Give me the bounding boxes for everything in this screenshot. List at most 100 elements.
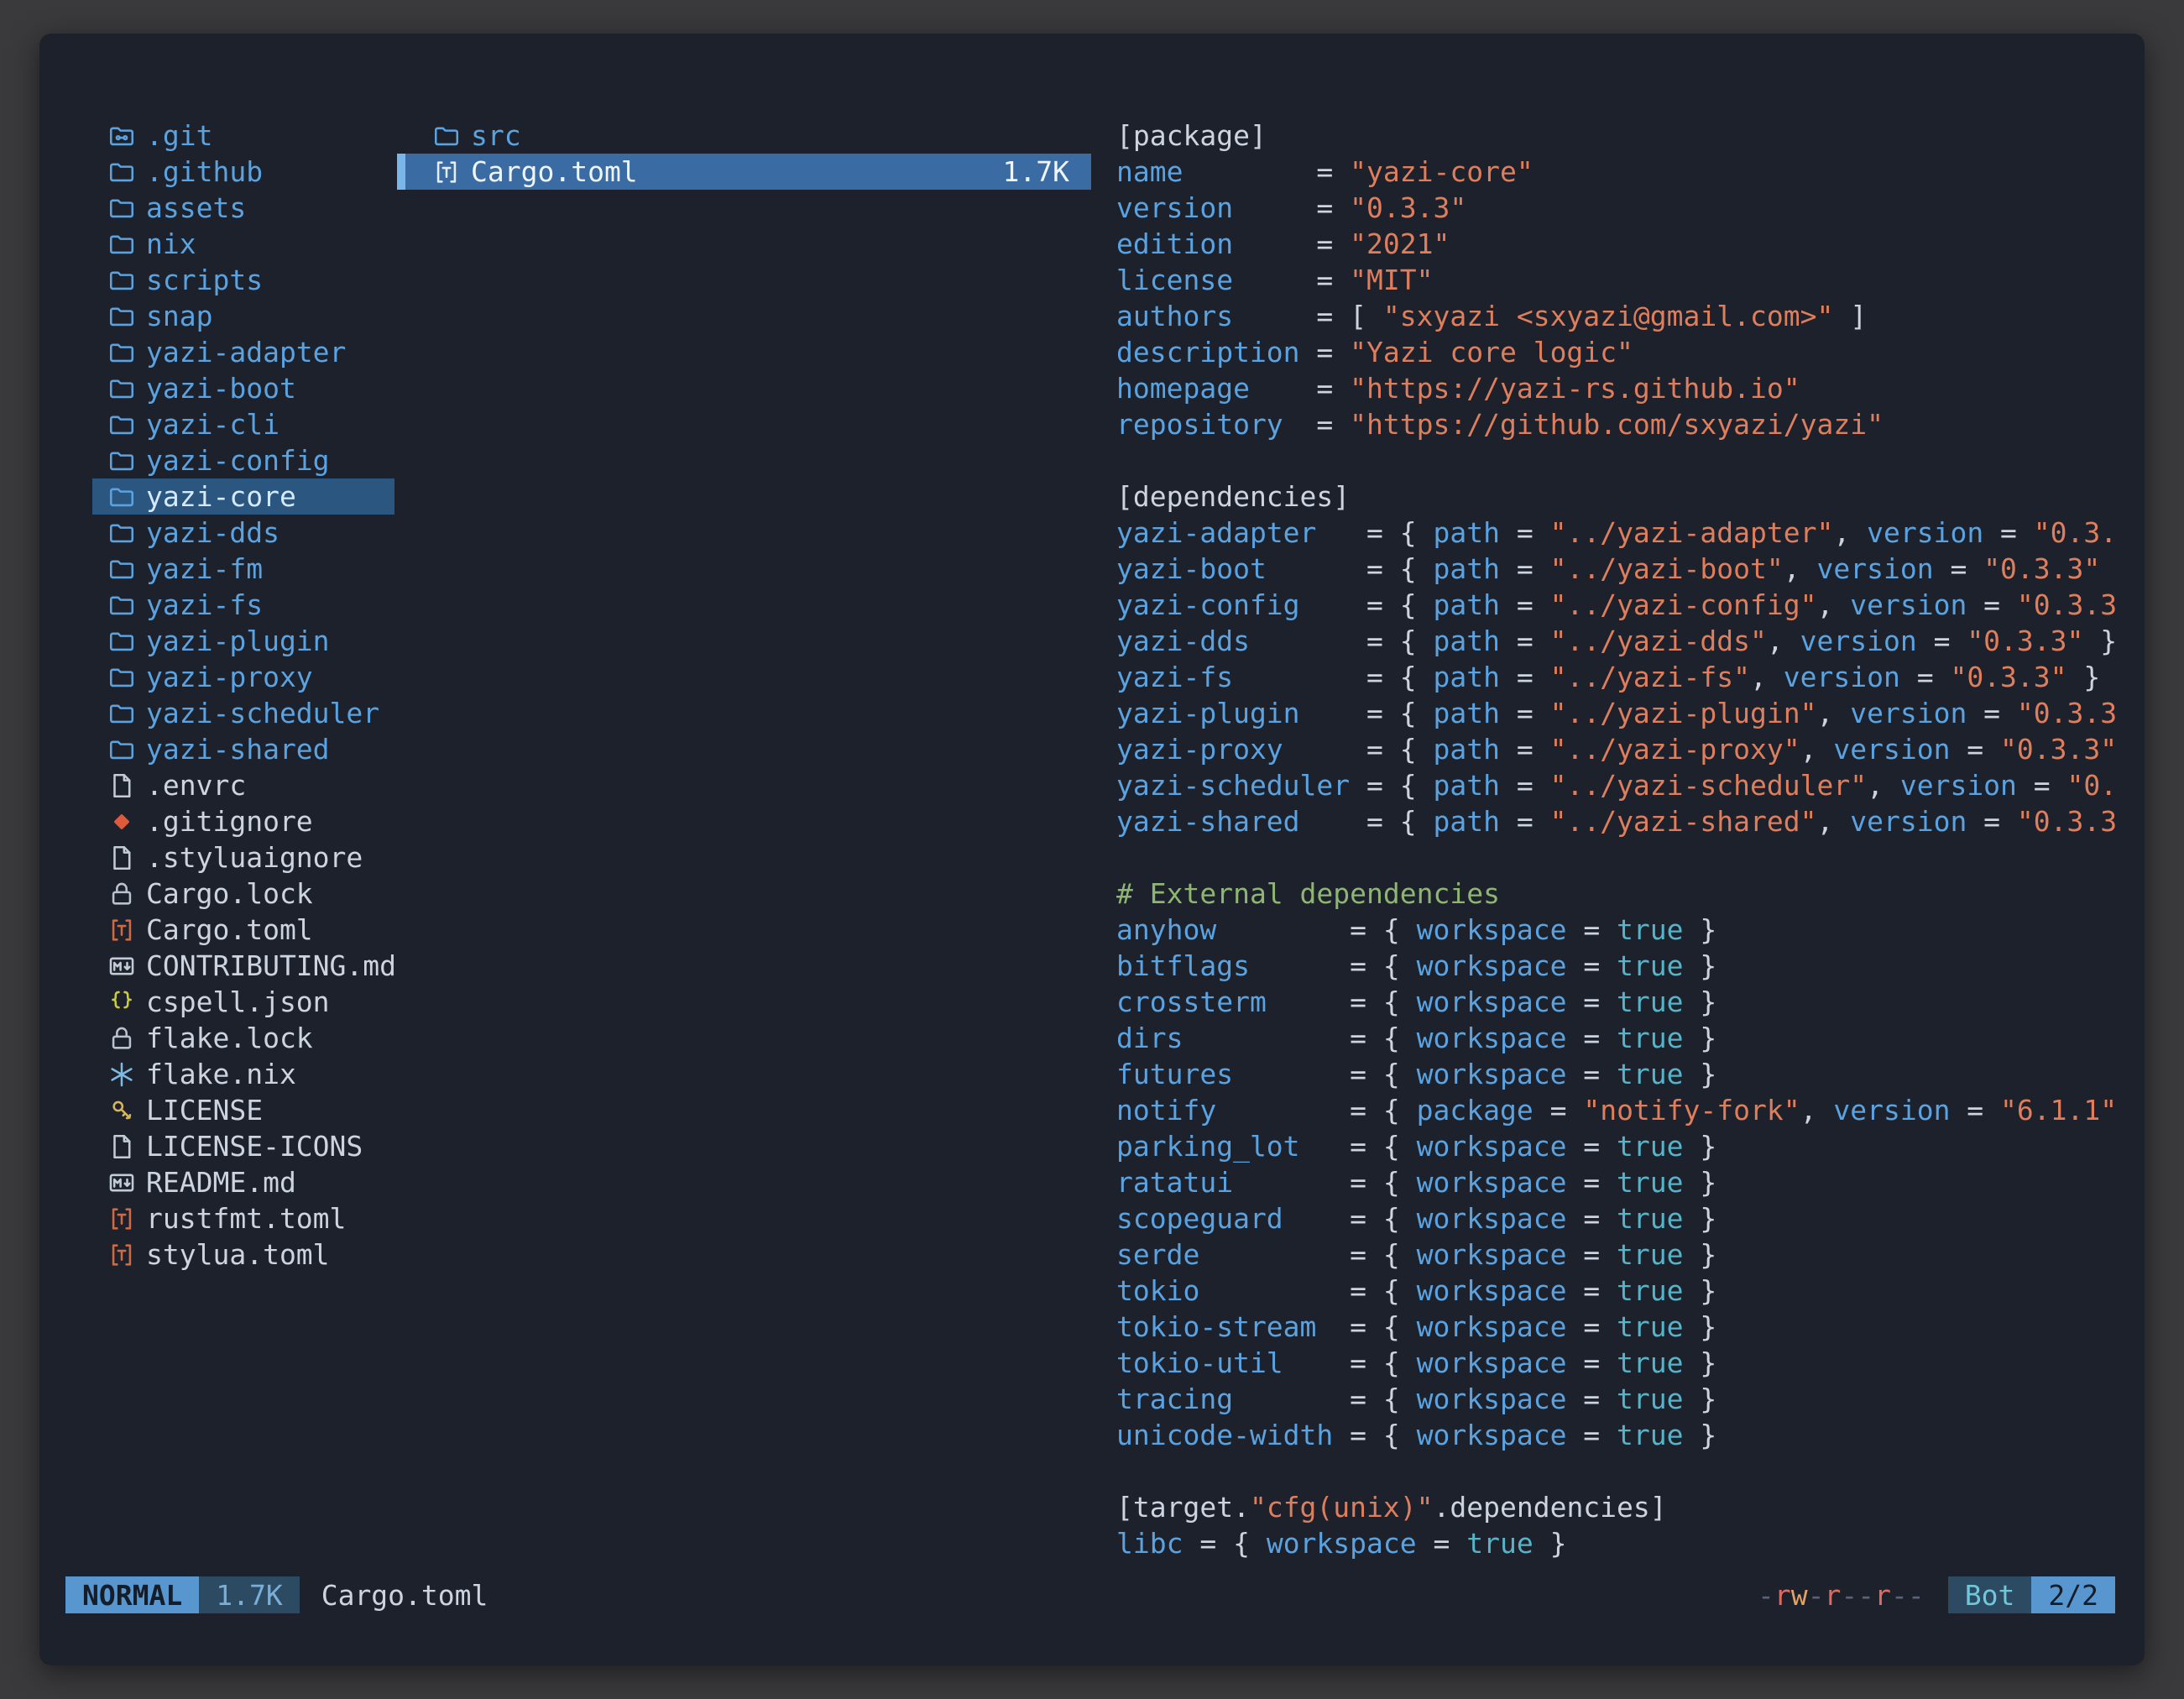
file-row-nix[interactable]: nix <box>92 226 394 262</box>
preview-line: tokio-util = { workspace = true } <box>1116 1345 2115 1381</box>
file-name: yazi-boot <box>146 372 296 405</box>
file-row-yazi-shared[interactable]: yazi-shared <box>92 731 394 767</box>
file-name: scripts <box>146 264 263 296</box>
file-name: LICENSE-ICONS <box>146 1130 363 1163</box>
file-name: .github <box>146 155 263 188</box>
file-row-yazi-boot[interactable]: yazi-boot <box>92 370 394 406</box>
preview-line: unicode-width = { workspace = true } <box>1116 1417 2115 1453</box>
file-name: yazi-config <box>146 444 330 477</box>
file-name: flake.nix <box>146 1058 296 1090</box>
file-row-src[interactable]: src <box>397 118 1091 154</box>
file-row-.gitignore[interactable]: .gitignore <box>92 803 394 839</box>
file-name: src <box>471 119 521 152</box>
folder-icon <box>107 266 136 295</box>
file-row-README.md[interactable]: README.md <box>92 1164 394 1200</box>
file-row-LICENSE-ICONS[interactable]: LICENSE-ICONS <box>92 1128 394 1164</box>
file-row-yazi-proxy[interactable]: yazi-proxy <box>92 659 394 695</box>
file-row-yazi-config[interactable]: yazi-config <box>92 442 394 478</box>
file-row-yazi-core[interactable]: yazi-core <box>92 478 394 515</box>
file-row-yazi-cli[interactable]: yazi-cli <box>92 406 394 442</box>
folder-icon <box>107 302 136 331</box>
preview-line: parking_lot = { workspace = true } <box>1116 1128 2115 1164</box>
permissions: -rw-r--r-- <box>1758 1579 1925 1612</box>
file-name: assets <box>146 191 246 224</box>
toml-icon <box>107 1205 136 1233</box>
preview-line: yazi-dds = { path = "../yazi-dds", versi… <box>1116 623 2115 659</box>
file-row-CONTRIBUTING.md[interactable]: CONTRIBUTING.md <box>92 948 394 984</box>
preview-line: libc = { workspace = true } <box>1116 1525 2115 1561</box>
file-name: yazi-fm <box>146 552 263 585</box>
file-row-LICENSE[interactable]: LICENSE <box>92 1092 394 1128</box>
file-size: 1.7K <box>1003 155 1091 188</box>
terminal-window: .git.githubassetsnixscripts snapyazi-adap… <box>39 34 2145 1665</box>
file-name: yazi-proxy <box>146 661 313 693</box>
file-icon <box>107 771 136 800</box>
mode-badge: NORMAL <box>65 1576 199 1613</box>
file-row-snap[interactable]: snap <box>92 298 394 334</box>
file-name: stylua.toml <box>146 1238 330 1271</box>
file-row-.envrc[interactable]: .envrc <box>92 767 394 803</box>
folder-icon <box>432 122 461 150</box>
file-name: yazi-core <box>146 480 296 513</box>
preview-line: license = "MIT" <box>1116 262 2115 298</box>
preview-line: description = "Yazi core logic" <box>1116 334 2115 370</box>
file-icon <box>107 1132 136 1161</box>
file-row-yazi-plugin[interactable]: yazi-plugin <box>92 623 394 659</box>
status-left: NORMAL 1.7K Cargo.toml <box>65 1576 488 1613</box>
file-row-stylua.toml[interactable]: stylua.toml <box>92 1236 394 1273</box>
folder-icon <box>107 447 136 475</box>
file-row-Cargo.toml[interactable]: Cargo.toml1.7K <box>397 154 1091 190</box>
file-row-flake.lock[interactable]: flake.lock <box>92 1020 394 1056</box>
file-row-Cargo.toml[interactable]: Cargo.toml <box>92 912 394 948</box>
file-name: yazi-dds <box>146 516 280 549</box>
file-row-yazi-fs[interactable]: yazi-fs <box>92 587 394 623</box>
file-name: README.md <box>146 1166 296 1199</box>
file-row-flake.nix[interactable]: flake.nix <box>92 1056 394 1092</box>
preview-line: bitflags = { workspace = true } <box>1116 948 2115 984</box>
folder-icon <box>107 194 136 222</box>
file-name: .envrc <box>146 769 246 802</box>
file-name: yazi-scheduler <box>146 697 379 729</box>
file-row-Cargo.lock[interactable]: Cargo.lock <box>92 876 394 912</box>
preview-pane[interactable]: [package]name = "yazi-core"version = "0.… <box>1116 118 2115 1576</box>
preview-line: [dependencies] <box>1116 478 2115 515</box>
file-row-yazi-dds[interactable]: yazi-dds <box>92 515 394 551</box>
preview-line: authors = [ "sxyazi <sxyazi@gmail.com>" … <box>1116 298 2115 334</box>
file-name: yazi-shared <box>146 733 330 766</box>
file-row-yazi-scheduler[interactable]: yazi-scheduler <box>92 695 394 731</box>
preview-line: yazi-scheduler = { path = "../yazi-sched… <box>1116 767 2115 803</box>
file-name: CONTRIBUTING.md <box>146 949 394 982</box>
file-row-rustfmt.toml[interactable]: rustfmt.toml <box>92 1200 394 1236</box>
file-row-yazi-fm[interactable]: yazi-fm <box>92 551 394 587</box>
file-row-assets[interactable]: assets <box>92 190 394 226</box>
preview-line: notify = { package = "notify-fork", vers… <box>1116 1092 2115 1128</box>
folder-icon <box>107 338 136 367</box>
cursor-counter: 2/2 <box>2031 1576 2115 1613</box>
file-size-badge: 1.7K <box>199 1576 299 1613</box>
file-row-yazi-adapter[interactable]: yazi-adapter <box>92 334 394 370</box>
status-right: -rw-r--r-- Bot 2/2 <box>1758 1576 2115 1613</box>
parent-pane[interactable]: .git.githubassetsnixscripts snapyazi-adap… <box>92 118 394 1576</box>
file-row-.github[interactable]: .github <box>92 154 394 190</box>
preview-line: serde = { workspace = true } <box>1116 1236 2115 1273</box>
file-row-.styluaignore[interactable]: .styluaignore <box>92 839 394 876</box>
file-row-cspell.json[interactable]: cspell.json <box>92 984 394 1020</box>
folder-git-icon <box>107 122 136 150</box>
folder-icon <box>107 158 136 186</box>
folder-icon <box>107 699 136 728</box>
preview-line: yazi-boot = { path = "../yazi-boot", ver… <box>1116 551 2115 587</box>
folder-icon <box>107 591 136 619</box>
file-row-.git[interactable]: .git <box>92 118 394 154</box>
preview-line: name = "yazi-core" <box>1116 154 2115 190</box>
current-pane[interactable]: srcCargo.toml1.7K <box>397 118 1091 1576</box>
file-name: snap <box>146 300 212 332</box>
preview-line: yazi-config = { path = "../yazi-config",… <box>1116 587 2115 623</box>
markdown-icon <box>107 952 136 980</box>
status-filename: Cargo.toml <box>321 1579 489 1612</box>
file-row-scripts[interactable]: scripts <box>92 262 394 298</box>
file-name: yazi-fs <box>146 588 263 621</box>
json-icon <box>107 988 136 1017</box>
license-icon <box>107 1096 136 1125</box>
preview-line: yazi-shared = { path = "../yazi-shared",… <box>1116 803 2115 839</box>
preview-line: [package] <box>1116 118 2115 154</box>
